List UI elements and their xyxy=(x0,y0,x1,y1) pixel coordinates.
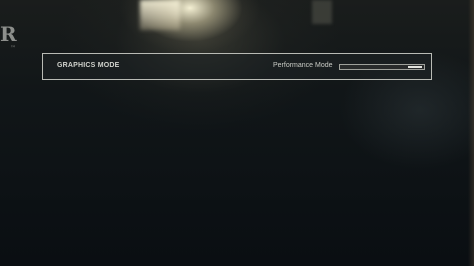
trademark-mark: ™ xyxy=(10,45,16,52)
game-logo-icon: R xyxy=(0,22,17,46)
background-window-light xyxy=(140,0,180,30)
screen-edge xyxy=(468,0,474,266)
graphics-mode-value: Performance Mode xyxy=(273,62,333,69)
graphics-mode-slider[interactable] xyxy=(339,64,425,70)
background-window xyxy=(312,0,332,24)
graphics-mode-setting[interactable]: GRAPHICS MODE Performance Mode xyxy=(42,53,432,80)
graphics-mode-label: GRAPHICS MODE xyxy=(57,62,120,69)
slider-thumb[interactable] xyxy=(408,66,422,68)
tv-screen: R ™ GRAPHICS MODE Performance Mode xyxy=(0,0,474,266)
